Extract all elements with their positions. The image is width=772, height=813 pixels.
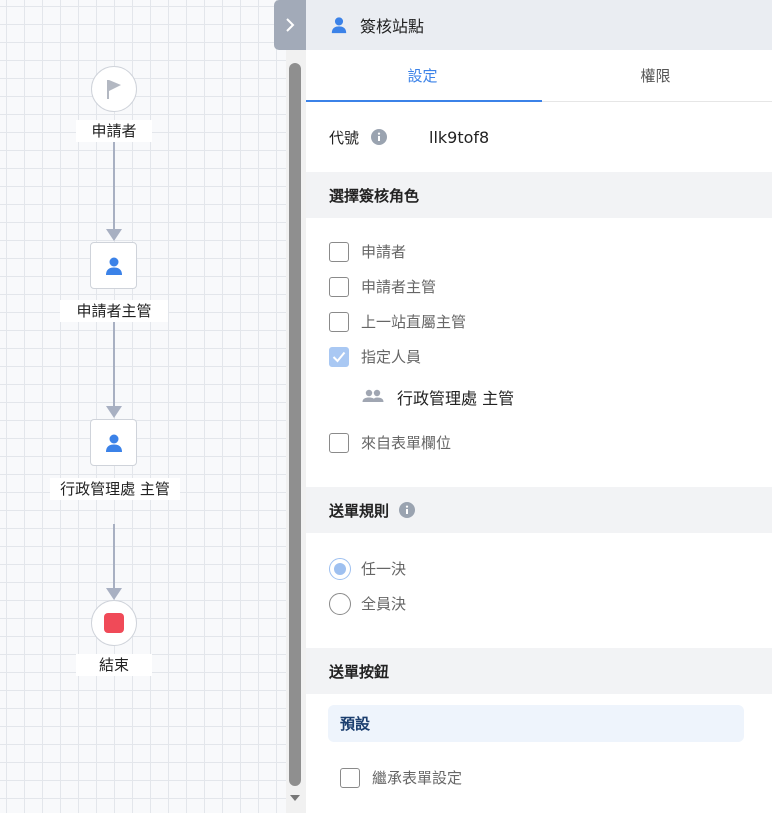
panel-title: 簽核站點	[360, 17, 425, 36]
stop-icon	[104, 613, 124, 633]
user-icon	[104, 256, 124, 276]
assignee-item[interactable]: 行政管理處 主管	[306, 374, 772, 420]
form-field-option-label: 來自表單欄位	[361, 434, 452, 452]
start-node[interactable]	[91, 66, 137, 112]
roles-section-label: 選擇簽核角色	[329, 186, 420, 205]
group-users-icon	[361, 389, 385, 405]
tab-settings[interactable]: 設定	[306, 50, 539, 101]
end-node-label: 結束	[76, 654, 152, 676]
role-option[interactable]: 申請者	[306, 234, 772, 269]
chevron-right-icon	[285, 18, 295, 32]
flow-edge	[113, 138, 115, 230]
preset-item[interactable]: 預設	[328, 705, 744, 742]
inherit-form-option-label: 繼承表單設定	[372, 769, 463, 787]
send-button-section-title: 送單按鈕	[306, 648, 772, 694]
task-node-admin-manager[interactable]	[90, 419, 137, 466]
task-node-label: 申請者主管	[60, 300, 168, 322]
end-node[interactable]	[91, 600, 137, 646]
inherit-form-checkbox[interactable]	[340, 767, 360, 788]
role-option-label: 申請者主管	[361, 278, 437, 296]
task-node-applicant-manager[interactable]	[90, 242, 137, 289]
preset-label: 預設	[340, 715, 371, 733]
role-option[interactable]: 指定人員	[306, 339, 772, 374]
role-checkbox[interactable]	[329, 311, 349, 332]
code-label: 代號	[329, 128, 360, 147]
flow-edge	[113, 322, 115, 407]
flow-arrow	[106, 588, 122, 600]
send-button-section-label: 送單按鈕	[329, 662, 390, 681]
inherit-form-option[interactable]: 繼承表單設定	[306, 760, 772, 795]
active-tab-indicator	[306, 100, 542, 102]
start-node-label: 申請者	[76, 120, 152, 142]
user-icon	[104, 433, 124, 453]
send-rule-radio[interactable]	[329, 592, 351, 615]
task-node-label: 行政管理處 主管	[50, 478, 180, 500]
send-rule-option-label: 任一決	[361, 560, 407, 578]
form-field-checkbox[interactable]	[329, 432, 349, 453]
flow-canvas[interactable]: 申請者 申請者主管 行政管理處 主管 結束	[0, 0, 290, 813]
form-field-option[interactable]: 來自表單欄位	[306, 425, 772, 460]
send-rule-radio-selected[interactable]	[329, 557, 351, 580]
roles-section-title: 選擇簽核角色	[306, 172, 772, 218]
flow-edge	[113, 524, 115, 589]
user-icon	[330, 16, 348, 34]
role-option[interactable]: 上一站直屬主管	[306, 304, 772, 339]
send-rule-option[interactable]: 任一決	[306, 551, 772, 586]
flow-arrow	[106, 406, 122, 418]
role-option[interactable]: 申請者主管	[306, 269, 772, 304]
send-rule-section-label: 送單規則	[329, 501, 390, 520]
flag-icon	[104, 78, 124, 100]
scroll-down-arrow-icon[interactable]	[290, 795, 300, 801]
code-value: llk9tof8	[429, 127, 490, 147]
role-option-label: 申請者	[361, 243, 407, 261]
collapse-panel-button[interactable]	[274, 0, 306, 50]
send-rule-option[interactable]: 全員決	[306, 586, 772, 621]
flow-arrow	[106, 229, 122, 241]
tab-permissions[interactable]: 權限	[539, 50, 772, 101]
send-rule-option-label: 全員決	[361, 595, 407, 613]
send-rule-section-title: 送單規則	[306, 487, 772, 533]
panel-tabs: 設定 權限	[306, 50, 772, 102]
panel-scrollbar-thumb[interactable]	[289, 63, 301, 786]
info-icon[interactable]	[399, 502, 416, 518]
checkmark-icon	[332, 351, 346, 362]
info-icon[interactable]	[371, 129, 388, 145]
panel-header: 簽核站點	[306, 0, 772, 50]
role-checkbox[interactable]	[329, 276, 349, 297]
assignee-name: 行政管理處 主管	[397, 389, 515, 408]
role-option-label: 上一站直屬主管	[361, 313, 467, 331]
role-option-label: 指定人員	[361, 348, 422, 366]
role-checkbox-checked[interactable]	[329, 346, 349, 367]
code-row: 代號 llk9tof8	[306, 102, 772, 172]
node-property-panel: 簽核站點 設定 權限 代號 llk9tof8 選擇簽核角色 申請者 申請者主管 …	[306, 0, 772, 813]
role-checkbox[interactable]	[329, 241, 349, 262]
